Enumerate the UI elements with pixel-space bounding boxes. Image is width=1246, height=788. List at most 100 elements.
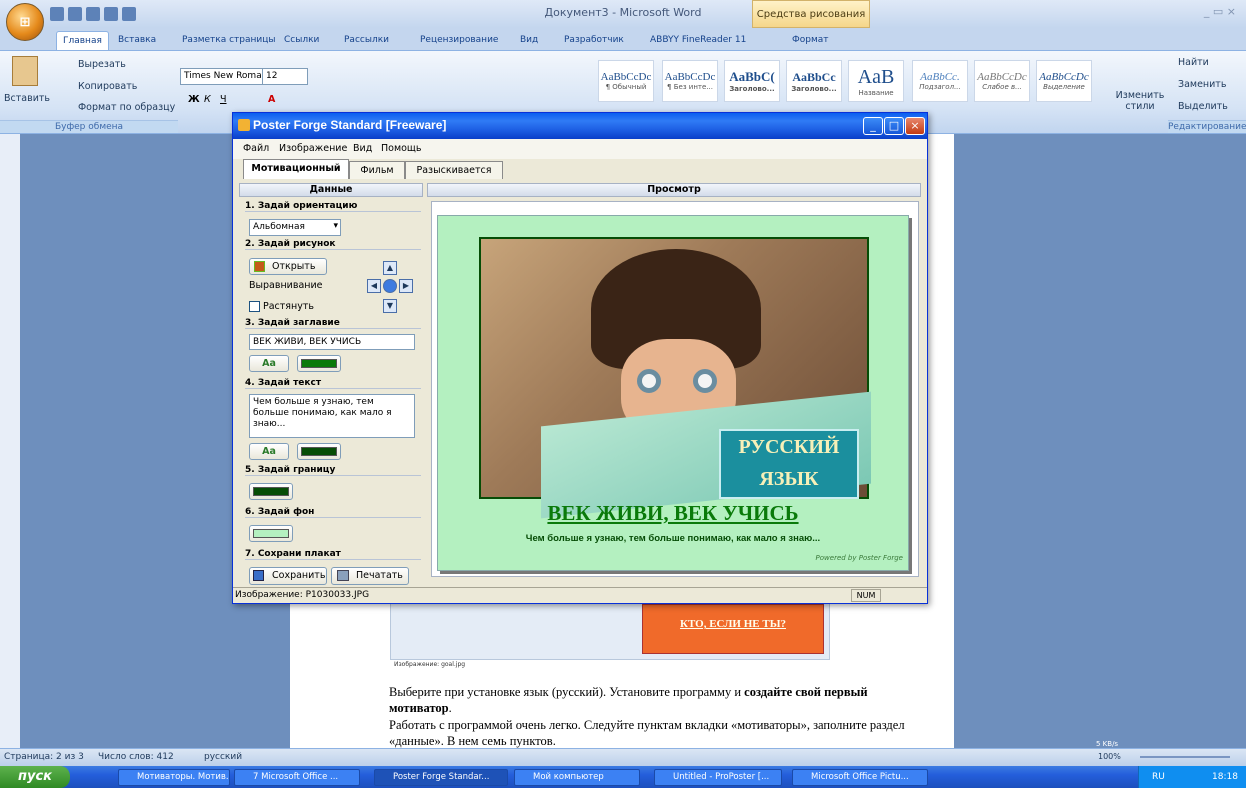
paste-icon[interactable] — [12, 56, 38, 86]
style-emphasis[interactable]: AaBbCcDc Выделение — [1036, 60, 1092, 102]
underline-button[interactable]: Ч — [220, 94, 227, 105]
text-color-button[interactable] — [297, 443, 341, 460]
copy-button[interactable]: Копировать — [78, 81, 137, 92]
window-controls[interactable]: _ ▭ × — [1204, 5, 1236, 18]
minimize-button[interactable]: _ — [863, 117, 883, 135]
editing-group-label: Редактирование — [1168, 120, 1246, 133]
text-area[interactable]: Чем больше я узнаю, тем больше понимаю, … — [249, 394, 415, 438]
menu-file[interactable]: Файл — [243, 143, 269, 154]
net-speed: 5 KB/s — [1096, 740, 1119, 748]
status-page[interactable]: Страница: 2 из 3 — [4, 752, 84, 762]
status-words[interactable]: Число слов: 412 — [98, 752, 174, 762]
cut-button[interactable]: Вырезать — [78, 59, 126, 70]
tab-review[interactable]: Рецензирование — [414, 31, 504, 50]
tab-view[interactable]: Вид — [514, 31, 544, 50]
style-heading1[interactable]: AaBbC(Заголово... — [724, 60, 780, 102]
tab-abbyy[interactable]: ABBYY FineReader 11 — [644, 31, 752, 50]
close-button[interactable]: × — [905, 117, 925, 135]
orientation-select[interactable]: Альбомная ▾ — [249, 219, 341, 236]
book-cover-title: РУССКИЙ — [738, 436, 840, 458]
window-title: Документ3 - Microsoft Word — [544, 6, 702, 19]
select-button[interactable]: Выделить — [1178, 101, 1228, 112]
align-center-icon[interactable] — [383, 279, 397, 293]
printer-icon — [337, 570, 349, 581]
language-indicator[interactable]: RU — [1152, 772, 1165, 782]
task-proposter[interactable]: Untitled - ProPoster [... — [654, 769, 782, 786]
replace-button[interactable]: Заменить — [1178, 79, 1226, 90]
border-color-swatch — [253, 487, 289, 496]
title-font-button[interactable]: Aa — [249, 355, 289, 372]
behind-poster-title: КТО, ЕСЛИ НЕ ТЫ? — [679, 618, 786, 630]
tab-mailings[interactable]: Рассылки — [338, 31, 395, 50]
task-motivators[interactable]: Мотиваторы. Мотив... — [118, 769, 230, 786]
tab-developer[interactable]: Разработчик — [558, 31, 630, 50]
poster-forge-title-bar: Poster Forge Standard [Freeware] — [233, 113, 927, 139]
tab-page-layout[interactable]: Разметка страницы — [176, 31, 282, 50]
format-painter-button[interactable]: Формат по образцу — [78, 102, 175, 113]
maximize-button[interactable]: □ — [884, 117, 904, 135]
paste-button[interactable]: Вставить — [4, 93, 50, 104]
background-color-button[interactable] — [249, 525, 293, 542]
tab-wanted[interactable]: Разыскивается — [405, 161, 503, 179]
start-button[interactable]: пуск — [0, 766, 70, 788]
tab-motivational[interactable]: Мотивационный — [243, 159, 349, 179]
stretch-checkbox[interactable] — [249, 301, 260, 312]
alignment-label: Выравнивание — [249, 280, 323, 291]
preview-header: Просмотр — [427, 183, 921, 197]
status-zoom[interactable]: 100% — [1098, 752, 1121, 761]
menu-help[interactable]: Помощь — [381, 143, 421, 154]
doc-paragraph-1: Выберите при установке язык (русский). У… — [389, 685, 868, 715]
task-my-computer[interactable]: Мой компьютер — [514, 769, 640, 786]
style-subtle-emphasis[interactable]: AaBbCcDc Слабое в... — [974, 60, 1030, 102]
menu-view[interactable]: Вид — [353, 143, 372, 154]
section-background: 6. Задай фон — [245, 507, 421, 518]
tab-home[interactable]: Главная — [56, 31, 109, 50]
italic-button[interactable]: К — [204, 94, 211, 105]
section-title: 3. Задай заглавие — [245, 318, 421, 329]
zoom-slider[interactable] — [1140, 756, 1230, 758]
title-color-button[interactable] — [297, 355, 341, 372]
section-picture: 2. Задай рисунок — [245, 239, 421, 250]
align-top-icon[interactable]: ▲ — [383, 261, 397, 275]
border-color-button[interactable] — [249, 483, 293, 500]
align-right-icon[interactable]: ▶ — [399, 279, 413, 293]
pf-status-image: Изображение: P1030033.JPG — [235, 590, 370, 600]
task-office-picture[interactable]: Microsoft Office Pictu... — [792, 769, 928, 786]
task-poster-forge[interactable]: Poster Forge Standar... — [374, 769, 508, 786]
title-input[interactable]: ВЕК ЖИВИ, ВЕК УЧИСЬ — [249, 334, 415, 350]
office-button[interactable]: ⊞ — [6, 3, 44, 41]
tab-movie[interactable]: Фильм — [349, 161, 405, 179]
office-logo-icon: ⊞ — [19, 14, 31, 30]
tab-insert[interactable]: Вставка — [112, 31, 162, 50]
style-subtitle[interactable]: AaBbCc. Подзагол... — [912, 60, 968, 102]
font-size-box[interactable]: 12 — [262, 68, 308, 85]
menu-bar: Файл Изображение Вид Помощь — [233, 139, 927, 159]
tab-references[interactable]: Ссылки — [278, 31, 325, 50]
font-color-button[interactable]: A — [268, 94, 275, 105]
doc-paragraph-2: Работать с программой очень легко. Следу… — [389, 718, 905, 748]
poster-forge-app-icon — [238, 119, 250, 131]
status-language[interactable]: русский — [204, 752, 242, 762]
eye-left — [637, 369, 661, 393]
style-heading2[interactable]: AaBbCc Заголово... — [786, 60, 842, 102]
vertical-ruler — [0, 134, 20, 748]
find-button[interactable]: Найти — [1178, 57, 1209, 68]
pf-status-num: NUM — [851, 589, 881, 602]
tab-format[interactable]: Формат — [786, 31, 835, 50]
change-styles-button[interactable]: Изменить стили — [1112, 90, 1168, 112]
style-title[interactable]: AaB Название — [848, 60, 904, 102]
poster-photo: РУССКИЙ ЯЗЫК — [479, 237, 871, 519]
book-cover-subtitle: ЯЗЫК — [759, 468, 819, 490]
bold-button[interactable]: Ж — [188, 94, 200, 105]
style-no-spacing[interactable]: AaBbCcDc ¶ Без инте... — [662, 60, 718, 102]
text-font-button[interactable]: Aa — [249, 443, 289, 460]
align-left-icon[interactable]: ◀ — [367, 279, 381, 293]
pf-status-bar: Изображение: P1030033.JPG — [233, 587, 927, 603]
task-office[interactable]: 7 Microsoft Office ... — [234, 769, 360, 786]
floppy-icon — [253, 570, 264, 581]
poster-text: Чем больше я узнаю, тем больше понимаю, … — [525, 533, 821, 544]
style-normal[interactable]: AaBbCcDc ¶ Обычный — [598, 60, 654, 102]
align-bottom-icon[interactable]: ▼ — [383, 299, 397, 313]
data-panel-header: Данные — [239, 183, 423, 197]
menu-image[interactable]: Изображение — [279, 143, 347, 154]
